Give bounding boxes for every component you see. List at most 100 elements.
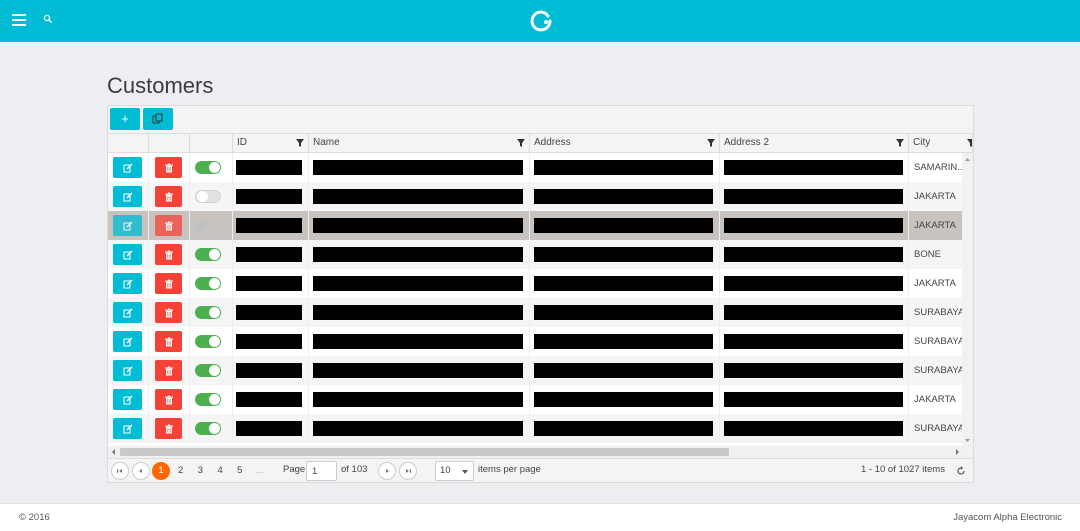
more-pages-button[interactable]: ... bbox=[251, 462, 269, 480]
edit-button[interactable] bbox=[113, 360, 142, 381]
table-row[interactable]: JAKARTA bbox=[108, 182, 962, 211]
cell-divider bbox=[308, 356, 309, 385]
delete-button[interactable] bbox=[155, 273, 182, 294]
edit-button[interactable] bbox=[113, 215, 142, 236]
page-input[interactable] bbox=[306, 461, 337, 481]
active-toggle[interactable] bbox=[195, 422, 221, 435]
export-button[interactable] bbox=[143, 108, 173, 130]
table-row[interactable]: JAKARTA bbox=[108, 211, 962, 240]
redacted-cell bbox=[724, 363, 903, 378]
redacted-cell bbox=[313, 392, 523, 407]
table-row[interactable]: SAMARIN... bbox=[108, 153, 962, 182]
redacted-cell bbox=[724, 276, 903, 291]
cell-divider bbox=[908, 414, 909, 443]
column-header-name[interactable]: Name bbox=[308, 134, 529, 153]
cell-divider bbox=[908, 327, 909, 356]
delete-button[interactable] bbox=[155, 360, 182, 381]
edit-button[interactable] bbox=[113, 186, 142, 207]
scroll-down-icon[interactable] bbox=[962, 436, 973, 446]
edit-icon bbox=[123, 163, 132, 172]
table-row[interactable]: SURABAYA bbox=[108, 298, 962, 327]
edit-button[interactable] bbox=[113, 244, 142, 265]
delete-button[interactable] bbox=[155, 389, 182, 410]
filter-icon[interactable] bbox=[296, 139, 304, 147]
scroll-up-icon[interactable] bbox=[962, 155, 973, 165]
delete-button[interactable] bbox=[155, 244, 182, 265]
redacted-cell bbox=[724, 189, 903, 204]
redacted-cell bbox=[534, 160, 713, 175]
prev-page-button[interactable] bbox=[132, 462, 150, 480]
edit-button[interactable] bbox=[113, 418, 142, 439]
active-toggle[interactable] bbox=[195, 364, 221, 377]
filter-icon[interactable] bbox=[517, 139, 525, 147]
horizontal-scrollbar[interactable] bbox=[108, 446, 973, 458]
delete-button[interactable] bbox=[155, 331, 182, 352]
cell-divider bbox=[232, 211, 233, 240]
column-header-city[interactable]: City bbox=[908, 134, 973, 153]
edit-icon bbox=[123, 279, 132, 288]
delete-button[interactable] bbox=[155, 186, 182, 207]
table-row[interactable]: SURABAYA bbox=[108, 356, 962, 385]
delete-button[interactable] bbox=[155, 418, 182, 439]
first-page-icon bbox=[117, 469, 122, 473]
add-customer-button[interactable]: + bbox=[110, 108, 140, 130]
column-header-address[interactable]: Address bbox=[529, 134, 719, 153]
active-toggle[interactable] bbox=[195, 248, 221, 261]
edit-icon bbox=[123, 308, 132, 317]
page-number-button[interactable]: 1 bbox=[152, 462, 170, 480]
delete-button[interactable] bbox=[155, 215, 182, 236]
page-number-button[interactable]: 5 bbox=[231, 462, 249, 480]
active-toggle[interactable] bbox=[195, 393, 221, 406]
active-toggle[interactable] bbox=[195, 277, 221, 290]
filter-icon[interactable] bbox=[707, 139, 715, 147]
edit-icon bbox=[123, 250, 132, 259]
page-number-button[interactable]: 3 bbox=[191, 462, 209, 480]
edit-button[interactable] bbox=[113, 331, 142, 352]
next-page-button[interactable] bbox=[378, 462, 396, 480]
table-row[interactable]: SURABAYA bbox=[108, 414, 962, 443]
cell-divider bbox=[308, 240, 309, 269]
column-header-id[interactable]: ID bbox=[232, 134, 308, 153]
edit-button[interactable] bbox=[113, 389, 142, 410]
table-row[interactable]: JAKARTA bbox=[108, 269, 962, 298]
table-row[interactable]: JAKARTA bbox=[108, 385, 962, 414]
redacted-cell bbox=[724, 421, 903, 436]
column-header-address-2[interactable]: Address 2 bbox=[719, 134, 908, 153]
redacted-cell bbox=[236, 421, 302, 436]
last-page-button[interactable] bbox=[399, 462, 417, 480]
scroll-left-icon[interactable] bbox=[109, 446, 119, 458]
search-icon[interactable] bbox=[43, 14, 55, 26]
scroll-right-icon[interactable] bbox=[952, 446, 962, 458]
horizontal-scroll-thumb[interactable] bbox=[120, 448, 729, 456]
redacted-cell bbox=[236, 276, 302, 291]
vertical-scrollbar[interactable] bbox=[962, 153, 973, 446]
edit-button[interactable] bbox=[113, 273, 142, 294]
active-toggle[interactable] bbox=[195, 219, 221, 232]
table-row[interactable]: SURABAYA bbox=[108, 327, 962, 356]
redacted-cell bbox=[534, 392, 713, 407]
filter-icon[interactable] bbox=[896, 139, 904, 147]
active-toggle[interactable] bbox=[195, 161, 221, 174]
cell-divider bbox=[908, 269, 909, 298]
edit-button[interactable] bbox=[113, 157, 142, 178]
hamburger-menu-icon[interactable] bbox=[12, 14, 26, 26]
refresh-icon[interactable] bbox=[956, 466, 966, 476]
delete-button[interactable] bbox=[155, 157, 182, 178]
page-number-button[interactable]: 4 bbox=[211, 462, 229, 480]
cell-divider bbox=[719, 385, 720, 414]
redacted-cell bbox=[236, 392, 302, 407]
next-page-icon bbox=[386, 469, 389, 473]
active-toggle[interactable] bbox=[195, 306, 221, 319]
table-row[interactable]: BONE bbox=[108, 240, 962, 269]
grid-rows: SAMARIN... JAKARTA JAKARTA BONE JAKARTA SURAB… bbox=[108, 153, 962, 446]
page-size-select[interactable]: 10 bbox=[435, 461, 474, 481]
active-toggle[interactable] bbox=[195, 190, 221, 203]
items-summary: 1 - 10 of 1027 items bbox=[861, 464, 945, 475]
filter-icon[interactable] bbox=[967, 139, 973, 147]
first-page-button[interactable] bbox=[111, 462, 129, 480]
trash-icon bbox=[164, 337, 173, 346]
delete-button[interactable] bbox=[155, 302, 182, 323]
edit-button[interactable] bbox=[113, 302, 142, 323]
page-number-button[interactable]: 2 bbox=[172, 462, 190, 480]
active-toggle[interactable] bbox=[195, 335, 221, 348]
